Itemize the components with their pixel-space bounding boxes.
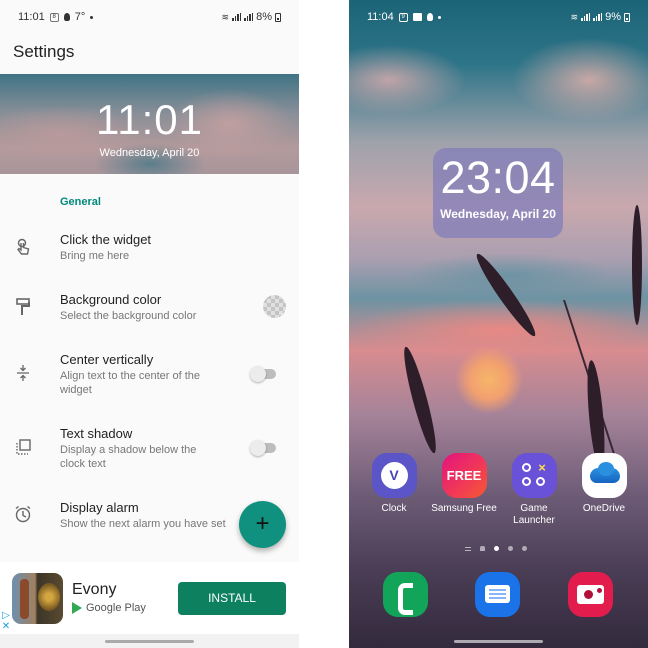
wallpaper-grass-head (632, 205, 642, 325)
battery-icon (624, 12, 630, 22)
app-samsung-free[interactable]: FREE Samsung Free (429, 453, 499, 515)
google-play-icon (72, 602, 82, 614)
signal-icon (232, 13, 242, 21)
status-time: 11:04 (367, 11, 394, 23)
page-indicator[interactable] (465, 546, 527, 551)
app-label: Clock (381, 503, 407, 514)
wallpaper-grass-head (399, 345, 441, 455)
page-dot (522, 546, 527, 551)
adchoices-controls: ▷ ✕ (0, 610, 12, 634)
setting-title: Background color (60, 292, 162, 307)
status-time: 11:01 (18, 11, 45, 23)
home-gesture-handle[interactable] (105, 640, 194, 643)
store-name: Google Play (86, 602, 146, 614)
install-button[interactable]: INSTALL (178, 582, 286, 615)
battery-icon (275, 12, 281, 22)
section-header: General (60, 196, 101, 208)
status-bar: 11:01 8 7° ≋ 8% (0, 0, 299, 34)
center-vertically-toggle[interactable] (250, 366, 276, 382)
text-shadow-toggle[interactable] (250, 440, 276, 456)
ad-app-name: Evony (72, 581, 117, 598)
plus-icon: + (255, 510, 270, 537)
widget-preview[interactable]: 11:01 Wednesday, April 20 (0, 74, 299, 174)
setting-subtitle: Display a shadow below the clock text (60, 444, 197, 470)
touch-icon (14, 238, 32, 256)
home-page-indicator-icon (480, 546, 485, 551)
page-dot (508, 546, 513, 551)
app-onedrive[interactable]: OneDrive (569, 453, 639, 515)
setting-subtitle: Align text to the center of the widget (60, 370, 201, 396)
navigation-bar (0, 634, 299, 648)
add-fab-button[interactable]: + (239, 501, 286, 548)
settings-screen: 11:01 8 7° ≋ 8% Settings 11:01 Wednesday… (0, 0, 299, 648)
ad-banner[interactable]: Evony Google Play INSTALL ▷ ✕ (0, 562, 299, 634)
preview-date: Wednesday, April 20 (99, 147, 200, 159)
alarm-icon (14, 505, 32, 523)
bulb-icon (63, 13, 70, 21)
adchoices-icon[interactable]: ▷ (0, 610, 12, 621)
widget-time: 23:04 (440, 152, 556, 203)
shadow-icon (14, 438, 32, 456)
home-gesture-handle[interactable] (454, 640, 543, 643)
app-list-indicator-icon (465, 546, 471, 551)
wifi-icon: ≋ (570, 11, 579, 22)
setting-title: Text shadow (60, 426, 133, 441)
page-dot-active (494, 546, 499, 551)
onedrive-icon (581, 453, 627, 498)
setting-title: Center vertically (60, 352, 154, 367)
screenshot-composite: 11:01 8 7° ≋ 8% Settings 11:01 Wednesday… (0, 0, 648, 648)
samsung-free-icon: FREE (441, 453, 487, 498)
more-notifications-icon (90, 15, 94, 19)
notification-badge-icon: 9 (398, 12, 408, 22)
bulb-icon (426, 13, 433, 21)
widget-date: Wednesday, April 20 (440, 207, 556, 221)
phone-app-icon[interactable] (383, 572, 428, 617)
app-label: Samsung Free (431, 503, 497, 514)
clock-app-icon (371, 453, 417, 498)
setting-subtitle: Bring me here (60, 250, 130, 262)
setting-center-vertically[interactable]: Center vertically Align text to the cent… (0, 346, 299, 402)
signal-icon-2 (593, 13, 603, 21)
signal-icon (581, 13, 591, 21)
vertical-align-center-icon (14, 364, 32, 382)
evony-app-icon (12, 573, 63, 624)
wallpaper-grass-head (471, 250, 541, 340)
setting-background-color[interactable]: Background color Select the background c… (0, 286, 299, 336)
battery-percent: 9% (605, 11, 621, 23)
setting-text-shadow[interactable]: Text shadow Display a shadow below the c… (0, 420, 299, 476)
messages-app-icon[interactable] (475, 572, 520, 617)
temperature: 7° (74, 11, 86, 23)
preview-time: 11:01 (96, 96, 203, 143)
setting-title: Display alarm (60, 500, 139, 515)
app-label: OneDrive (582, 503, 626, 514)
image-icon (412, 13, 422, 21)
setting-subtitle: Select the background color (60, 310, 197, 322)
camera-app-icon[interactable] (568, 572, 613, 617)
paint-roller-icon (14, 298, 32, 316)
color-swatch[interactable] (263, 295, 286, 318)
game-launcher-icon: × (511, 453, 557, 498)
page-title: Settings (13, 42, 75, 61)
app-clock[interactable]: Clock (359, 453, 429, 515)
home-screen: 11:04 9 ≋ 9% 23:04 Wednesday, April 20 C… (349, 0, 648, 648)
setting-title: Click the widget (60, 232, 152, 247)
battery-percent: 8% (256, 11, 272, 23)
app-game-launcher[interactable]: × Game Launcher (499, 453, 569, 527)
google-play-label: Google Play (72, 602, 146, 614)
notification-badge-icon: 8 (49, 12, 59, 22)
more-notifications-icon (437, 15, 441, 19)
signal-icon-2 (244, 13, 254, 21)
wifi-icon: ≋ (221, 11, 230, 22)
status-bar: 11:04 9 ≋ 9% (349, 0, 648, 34)
setting-click-widget[interactable]: Click the widget Bring me here (0, 226, 299, 276)
app-label: Game Launcher (513, 503, 555, 526)
clock-widget[interactable]: 23:04 Wednesday, April 20 (433, 148, 563, 238)
setting-subtitle: Show the next alarm you have set (60, 518, 226, 530)
close-ad-icon[interactable]: ✕ (0, 621, 12, 632)
